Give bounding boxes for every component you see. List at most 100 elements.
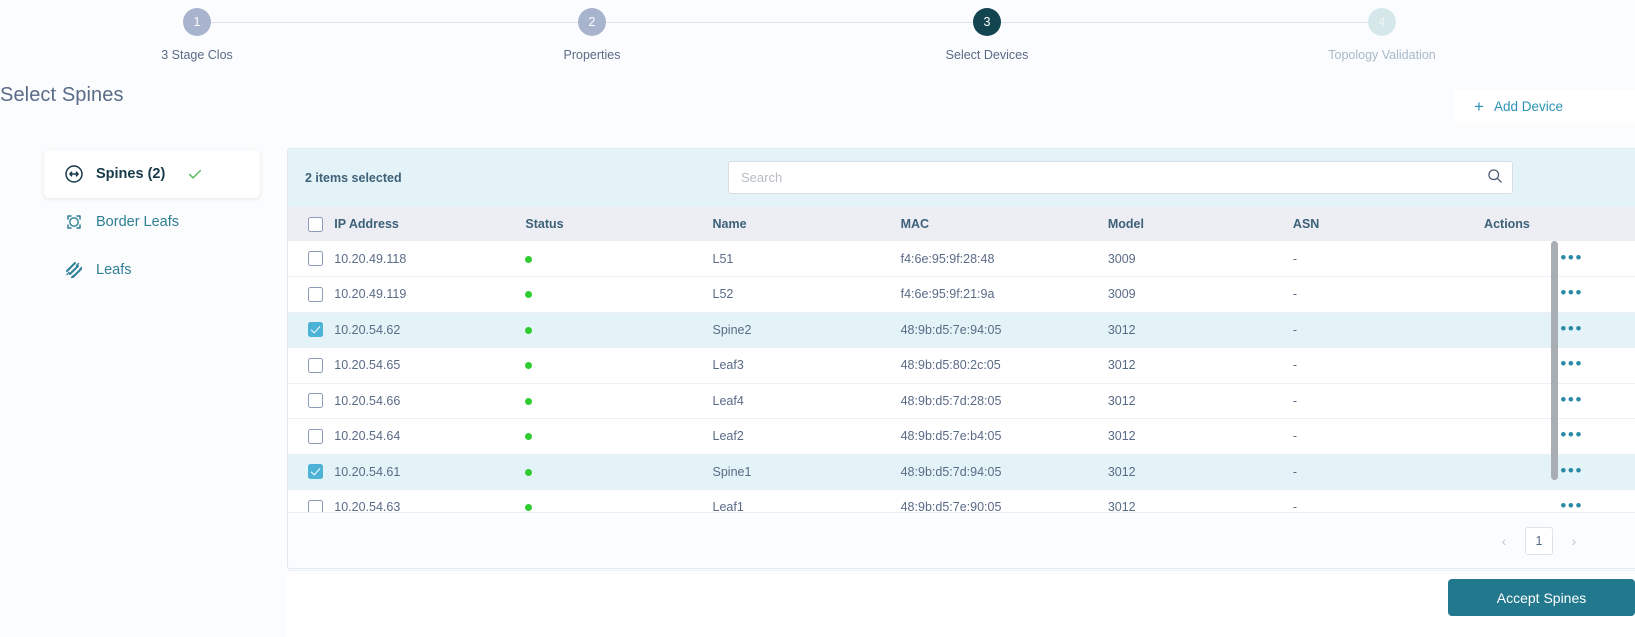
cell-asn: - [1292,418,1485,455]
sidebar-item-leafs-label: Leafs [96,262,132,278]
table-row[interactable]: 10.20.54.66 Leaf4 48:9b:d5:7d:28:05 3012- ••… [288,383,1635,419]
page-header-row: Select Spines [0,84,1635,128]
row-actions-button[interactable]: ••• [1560,355,1583,372]
pagination-prev-button[interactable]: ‹ [1493,528,1515,554]
stepper-step-4[interactable]: 4 Topology Validation [1272,8,1492,62]
row-select-cell [288,347,335,384]
border-leaf-crop-icon [64,212,84,232]
cell-status [525,312,713,348]
add-device-button[interactable]: + Add Device [1454,90,1635,123]
row-checkbox[interactable] [308,251,323,267]
row-checkbox[interactable] [308,286,323,302]
stepper-step-2-number: 2 [578,8,606,36]
status-dot [525,397,533,405]
chevron-left-icon: ‹ [1501,532,1507,549]
row-checkbox[interactable] [308,428,323,444]
cell-mac: 48:9b:d5:7e:b4:05 [900,418,1108,455]
table-row[interactable]: 10.20.49.119 L52 f4:6e:95:9f:21:9a 3009- ••• [288,276,1635,313]
cell-actions: ••• [1484,418,1635,455]
row-actions-button[interactable]: ••• [1560,391,1583,408]
cell-status [525,454,713,490]
row-checkbox[interactable] [308,357,323,373]
row-checkbox[interactable] [308,322,323,338]
row-select-cell [288,418,335,455]
sidebar-item-spines[interactable]: Spines (2) [44,150,260,198]
search-button[interactable] [1478,162,1512,193]
row-actions-button[interactable]: ••• [1560,249,1583,266]
row-select-cell [288,383,335,419]
row-actions-button[interactable]: ••• [1560,426,1583,443]
select-all-checkbox[interactable] [308,216,323,232]
add-device-label: Add Device [1493,99,1563,114]
sidebar-item-leafs[interactable]: Leafs [44,246,260,294]
stepper-step-2[interactable]: 2 Properties [482,8,702,62]
pagination-next-button[interactable]: › [1563,528,1585,554]
device-table-body: 10.20.49.118 L51 f4:6e:95:9f:28:48 3009- •••… [288,241,1635,526]
cell-ip: 10.20.54.64 [334,418,526,455]
cell-ip: 10.20.54.66 [334,383,526,419]
device-table-head: IP Address Status Name MAC Model ASN Act… [288,207,1635,241]
sidebar-item-border-leafs-label: Border Leafs [96,214,180,230]
column-header-ip[interactable]: IP Address [334,207,526,241]
status-dot [525,362,533,370]
table-row[interactable]: 10.20.54.62 Spine2 48:9b:d5:7e:94:05 3012- •… [288,312,1635,348]
cell-actions: ••• [1484,383,1635,419]
cell-asn: - [1292,347,1485,384]
cell-ip: 10.20.54.61 [334,454,526,490]
accept-spines-button[interactable]: Accept Spines [1448,579,1635,616]
pagination-page-1[interactable]: 1 [1525,526,1553,555]
device-table: IP Address Status Name MAC Model ASN Act… [288,207,1635,526]
table-row[interactable]: 10.20.54.64 Leaf2 48:9b:d5:7e:b4:05 3012- ••… [288,418,1635,455]
cell-model: 3009 [1107,276,1293,313]
cell-name: Leaf3 [712,347,901,384]
sidebar-item-border-leafs[interactable]: Border Leafs [44,198,260,246]
stepper-step-3[interactable]: 3 Select Devices [877,8,1097,62]
cell-ip: 10.20.54.65 [334,347,526,384]
wizard-page: 1 3 Stage Clos 2 Properties 3 Select Dev… [0,0,1635,637]
table-row[interactable]: 10.20.54.65 Leaf3 48:9b:d5:80:2c:05 3012- ••… [288,347,1635,384]
check-icon [187,166,203,182]
cell-model: 3009 [1107,241,1293,277]
cell-mac: 48:9b:d5:7d:94:05 [900,454,1108,490]
cell-actions: ••• [1484,276,1635,313]
pagination: ‹ 1 › [288,512,1635,568]
table-row[interactable]: 10.20.54.61 Spine1 48:9b:d5:7d:94:05 3012- •… [288,454,1635,490]
stepper-step-1[interactable]: 1 3 Stage Clos [87,8,307,62]
stepper-connector-2-3 [606,22,984,23]
row-actions-button[interactable]: ••• [1560,320,1583,337]
search-box[interactable] [728,161,1513,194]
column-header-mac[interactable]: MAC [900,207,1108,241]
column-header-model[interactable]: Model [1107,207,1293,241]
table-row[interactable]: 10.20.49.118 L51 f4:6e:95:9f:28:48 3009- ••• [288,241,1635,277]
footer-bar: Accept Spines [287,570,1635,637]
cell-ip: 10.20.49.118 [334,241,526,277]
table-toolbar: 2 items selected [288,149,1635,207]
cell-model: 3012 [1107,312,1293,348]
row-select-cell [288,276,335,313]
row-actions-button[interactable]: ••• [1560,497,1583,514]
cell-ip: 10.20.49.119 [334,276,526,313]
column-header-actions: Actions [1484,207,1635,241]
status-dot [525,468,533,476]
stepper-step-2-label: Properties [563,48,621,62]
row-checkbox[interactable] [308,464,323,480]
status-dot [525,433,533,441]
cell-actions: ••• [1484,241,1635,277]
column-header-asn[interactable]: ASN [1292,207,1485,241]
cell-model: 3012 [1107,383,1293,419]
column-header-status[interactable]: Status [525,207,713,241]
row-select-cell [288,241,335,277]
status-dot [525,504,533,512]
row-checkbox[interactable] [308,393,323,409]
stepper-step-1-number: 1 [183,8,211,36]
cell-status [525,383,713,419]
row-actions-button[interactable]: ••• [1560,462,1583,479]
cell-actions: ••• [1484,454,1635,490]
stepper-step-3-number: 3 [973,8,1001,36]
column-header-name[interactable]: Name [712,207,901,241]
sidebar-item-spines-label: Spines (2) [96,166,166,182]
row-actions-button[interactable]: ••• [1560,284,1583,301]
chevron-right-icon: › [1571,532,1577,549]
table-vertical-scrollbar[interactable] [1551,241,1558,480]
search-input[interactable] [729,162,1478,193]
